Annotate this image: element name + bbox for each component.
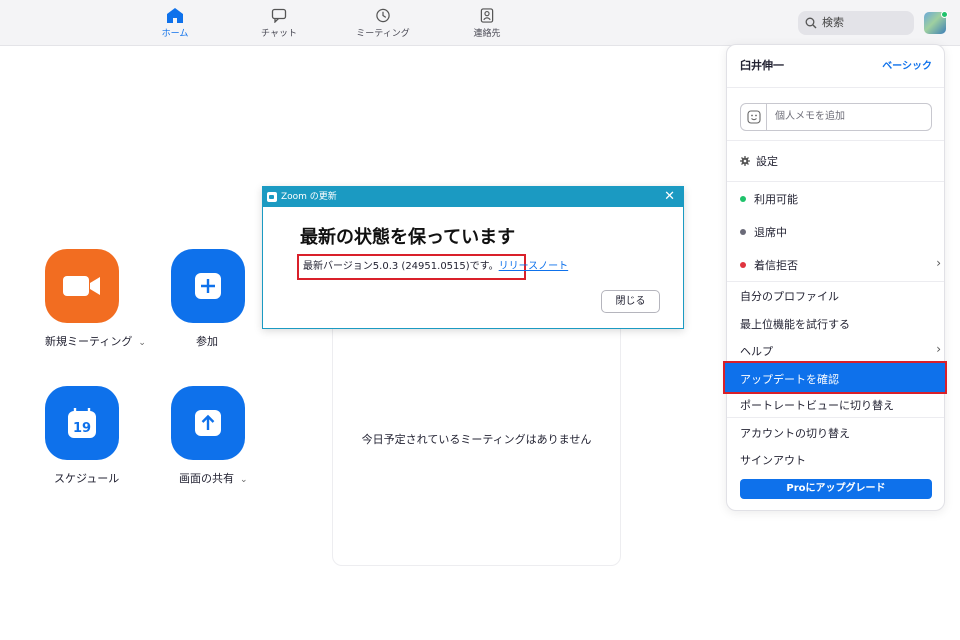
top-nav-bar: ホーム チャット ミーティング 連絡先 検索 [0,0,960,46]
share-screen-button[interactable] [171,386,245,460]
status-do-not-disturb[interactable]: 着信拒否 › [740,256,957,273]
menu-item-my-profile[interactable]: 自分のプロファイル [740,288,957,304]
zoom-logo-icon [267,192,277,202]
plan-badge[interactable]: ベーシック [882,57,932,72]
close-icon[interactable]: ✕ [664,187,675,207]
status-dnd-label: 着信拒否 [754,259,798,272]
chevron-down-icon[interactable]: ⌄ [138,338,146,348]
status-away-label: 退席中 [754,226,787,239]
search-placeholder: 検索 [822,16,844,29]
personal-memo-input[interactable]: 個人メモを追加 [740,103,932,131]
check-updates-label: アップデートを確認 [740,373,839,386]
video-camera-icon [63,276,100,296]
close-button[interactable]: 閉じる [601,290,660,313]
divider [727,417,944,418]
chevron-right-icon: › [936,342,941,356]
share-arrow-icon [195,410,221,436]
check-updates-highlight: アップデートを確認 [723,361,947,394]
smiley-icon [747,110,761,124]
divider [727,281,944,282]
profile-menu: 臼井伸一 ベーシック 個人メモを追加 設定 利用可能 退席中 着信拒否 › 自分… [723,44,947,511]
available-dot-icon [740,196,746,202]
nav-tab-contacts-label: 連絡先 [473,29,501,39]
join-label: 参加 [196,335,218,348]
share-screen-label: 画面の共有 ⌄ [179,472,248,485]
chat-icon [271,8,287,23]
dialog-heading: 最新の状態を保っています [300,227,516,248]
status-away[interactable]: 退席中 [740,224,957,240]
release-notes-link[interactable]: リリースノート [499,261,569,272]
nav-tab-chat-label: チャット [261,29,297,39]
nav-tab-home-label: ホーム [161,29,189,39]
nav-tab-meetings[interactable]: ミーティング [343,8,423,39]
menu-item-portrait-view[interactable]: ポートレートビューに切り替え [740,397,957,413]
nav-tab-chat[interactable]: チャット [239,8,319,39]
gear-icon [740,156,750,166]
schedule-button[interactable]: 19 [45,386,119,460]
menu-item-sign-out[interactable]: サインアウト [740,452,957,468]
menu-item-switch-account[interactable]: アカウントの切り替え [740,425,957,441]
home-icon [167,8,183,23]
upcoming-meetings-panel: 今日予定されているミーティングはありません [332,300,621,566]
do-not-disturb-icon [740,262,746,268]
chevron-down-icon[interactable]: ⌄ [240,475,248,485]
status-available-label: 利用可能 [754,193,798,206]
divider [727,87,944,88]
nav-tab-meetings-label: ミーティング [356,29,410,39]
chevron-right-icon: › [936,256,941,270]
update-dialog: Zoom の更新 ✕ 最新の状態を保っています 最新バージョン5.0.3 (24… [262,186,684,329]
schedule-label: スケジュール [54,472,120,485]
plus-icon [195,273,221,299]
menu-item-try-features[interactable]: 最上位機能を試行する [740,316,957,332]
settings-label: 設定 [756,155,778,168]
divider [727,140,944,141]
version-text: 最新バージョン5.0.3 (24951.0515)です。 [303,261,499,272]
online-status-dot [941,11,948,18]
calendar-day: 19 [73,421,91,436]
nav-tab-contacts[interactable]: 連絡先 [447,8,527,39]
memo-placeholder: 個人メモを追加 [775,111,845,122]
version-info: 最新バージョン5.0.3 (24951.0515)です。リリースノート [297,254,568,280]
dialog-title: Zoom の更新 [281,192,337,202]
join-button[interactable] [171,249,245,323]
calendar-icon: 19 [68,408,96,438]
away-dot-icon [740,229,746,235]
status-available[interactable]: 利用可能 [740,191,957,207]
divider [727,181,944,182]
search-input[interactable]: 検索 [798,11,914,35]
menu-item-check-updates[interactable]: アップデートを確認 [725,363,945,392]
nav-tab-home[interactable]: ホーム [135,8,215,39]
contact-icon [480,8,494,23]
menu-item-help[interactable]: ヘルプ › [740,342,957,359]
search-icon [805,17,817,29]
no-meetings-text: 今日予定されているミーティングはありません [361,433,592,446]
dialog-titlebar: Zoom の更新 ✕ [263,187,683,207]
clock-icon [376,8,390,23]
emoji-button[interactable] [741,104,767,130]
new-meeting-button[interactable] [45,249,119,323]
help-label: ヘルプ [740,345,773,358]
upgrade-to-pro-button[interactable]: Proにアップグレード [740,479,932,499]
new-meeting-label: 新規ミーティング ⌄ [45,335,146,348]
menu-item-settings[interactable]: 設定 [740,153,957,169]
